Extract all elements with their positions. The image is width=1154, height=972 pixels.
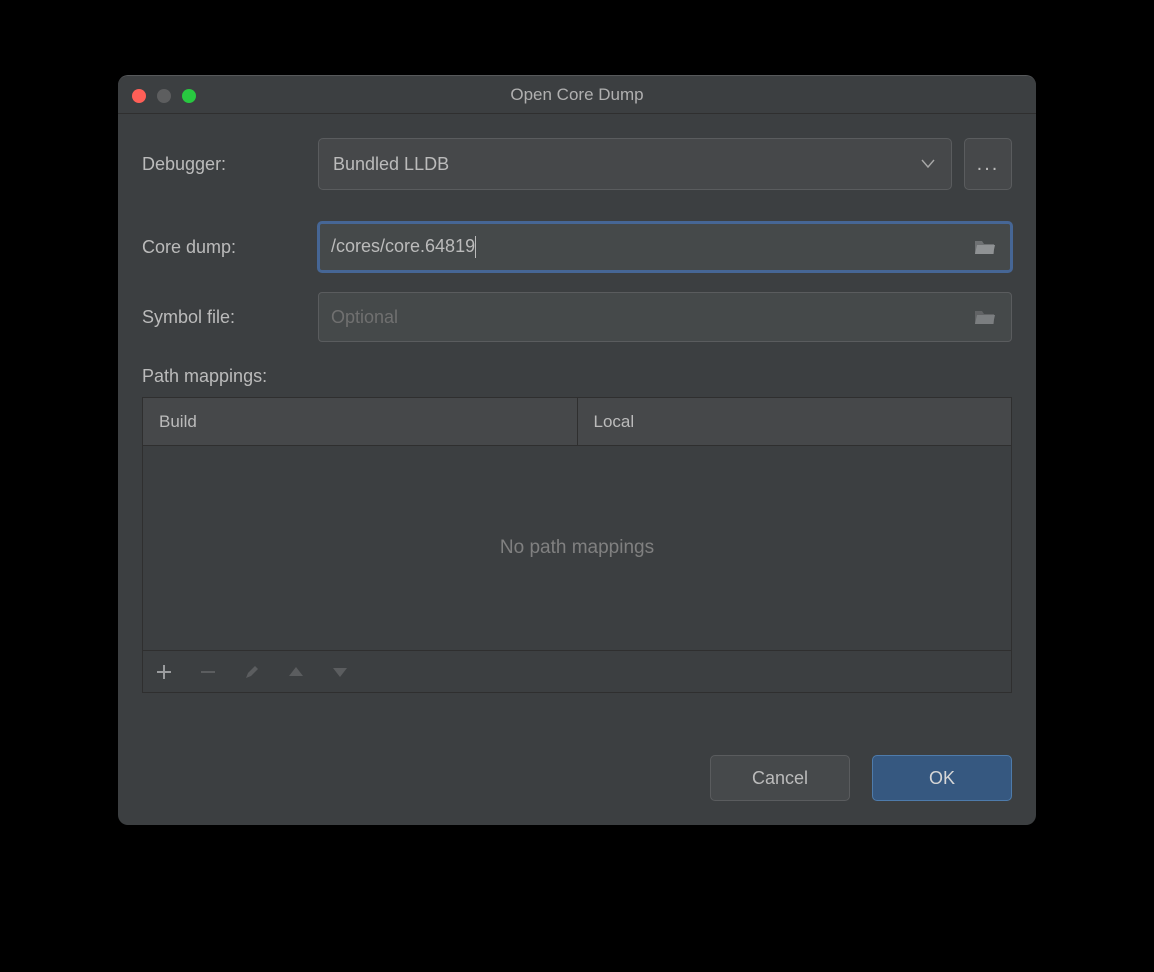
debugger-label: Debugger: [142,154,318,175]
add-mapping-button[interactable] [153,661,175,683]
table-toolbar [143,650,1011,692]
debugger-row: Debugger: Bundled LLDB ... [142,138,1012,190]
core-dump-input[interactable]: /cores/core.64819 [318,222,1012,272]
symbol-file-placeholder: Optional [331,307,971,328]
minus-icon [200,664,216,680]
close-window-icon[interactable] [132,89,146,103]
path-mappings-label: Path mappings: [142,366,1012,387]
table-header: Build Local [143,398,1011,446]
move-up-button[interactable] [285,661,307,683]
dialog-title: Open Core Dump [118,85,1036,105]
table-empty-text: No path mappings [500,537,654,559]
folder-icon [974,308,996,326]
triangle-down-icon [332,666,348,678]
maximize-window-icon[interactable] [182,89,196,103]
debugger-selected: Bundled LLDB [333,154,449,175]
folder-icon [974,238,996,256]
triangle-up-icon [288,666,304,678]
ellipsis-icon: ... [977,153,1000,176]
browse-symbol-file-button[interactable] [971,308,999,326]
open-core-dump-dialog: Open Core Dump Debugger: Bundled LLDB ..… [118,75,1036,825]
pencil-icon [244,664,260,680]
ok-button[interactable]: OK [872,755,1012,801]
dialog-content: Debugger: Bundled LLDB ... Core dump: /c… [118,114,1036,733]
debugger-configure-button[interactable]: ... [964,138,1012,190]
symbol-file-label: Symbol file: [142,307,318,328]
browse-core-dump-button[interactable] [971,238,999,256]
remove-mapping-button[interactable] [197,661,219,683]
dialog-footer: Cancel OK [118,733,1036,825]
chevron-down-icon [921,159,935,169]
table-empty-body: No path mappings [143,446,1011,650]
symbol-file-input[interactable]: Optional [318,292,1012,342]
debugger-dropdown[interactable]: Bundled LLDB [318,138,952,190]
window-controls [132,89,196,103]
titlebar: Open Core Dump [118,76,1036,114]
plus-icon [156,664,172,680]
column-build[interactable]: Build [143,398,577,445]
path-mappings-table: Build Local No path mappings [142,397,1012,693]
core-dump-label: Core dump: [142,237,318,258]
symbol-file-row: Symbol file: Optional [142,292,1012,342]
column-local[interactable]: Local [577,398,1012,445]
edit-mapping-button[interactable] [241,661,263,683]
minimize-window-icon[interactable] [157,89,171,103]
cancel-button[interactable]: Cancel [710,755,850,801]
core-dump-value: /cores/core.64819 [331,236,971,258]
move-down-button[interactable] [329,661,351,683]
core-dump-row: Core dump: /cores/core.64819 [142,222,1012,272]
